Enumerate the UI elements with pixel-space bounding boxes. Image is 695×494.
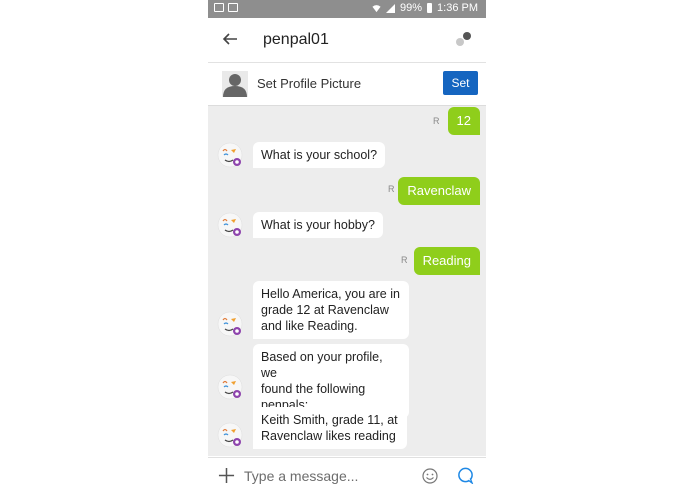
emoji-icon[interactable] <box>422 468 438 484</box>
message-input[interactable] <box>244 464 404 488</box>
outgoing-message: Ravenclaw <box>398 177 480 205</box>
chat-area[interactable]: R 12 What is your school? R Ravenclaw Wh… <box>208 106 486 456</box>
screenshot-notification-icon <box>228 3 238 12</box>
read-receipt-icon: R <box>401 255 408 265</box>
chat-header: penpal01 <box>208 18 486 63</box>
incoming-message: What is your school? <box>253 142 386 168</box>
incoming-message: Keith Smith, grade 11, at Ravenclaw like… <box>253 407 407 449</box>
bot-avatar-icon <box>217 422 243 448</box>
outgoing-message: 12 <box>447 107 480 135</box>
options-icon[interactable] <box>456 31 472 47</box>
status-bar: 99% 1:36 PM <box>208 0 486 18</box>
phone-screen: 99% 1:36 PM penpal01 Set Profile Picture… <box>208 0 486 494</box>
battery-icon <box>427 3 433 13</box>
incoming-message: Hello America, you are in grade 12 at Ra… <box>253 281 409 339</box>
gallery-notification-icon <box>214 3 224 12</box>
page-title: penpal01 <box>263 31 329 48</box>
profile-picture-bar: Set Profile Picture Set <box>208 63 486 106</box>
chat-bubble-icon[interactable] <box>457 467 474 484</box>
bot-avatar-icon <box>217 374 243 400</box>
message-composer <box>208 457 486 494</box>
plus-icon[interactable] <box>218 467 235 484</box>
bot-avatar-icon <box>217 142 243 168</box>
signal-icon <box>386 3 395 13</box>
outgoing-message: Reading <box>413 247 480 275</box>
bot-avatar-icon <box>217 212 243 238</box>
person-icon <box>223 74 247 97</box>
back-arrow-icon[interactable] <box>222 31 238 47</box>
battery-percent: 99% <box>400 2 423 14</box>
read-receipt-icon: R <box>388 184 395 194</box>
avatar-placeholder[interactable] <box>222 71 248 97</box>
wifi-icon <box>372 4 381 12</box>
incoming-message: What is your hobby? <box>253 212 383 238</box>
bot-avatar-icon <box>217 311 243 337</box>
read-receipt-icon: R <box>433 116 440 126</box>
set-button[interactable]: Set <box>443 71 478 95</box>
set-profile-picture-label: Set Profile Picture <box>257 76 362 91</box>
clock: 1:36 PM <box>437 2 478 14</box>
